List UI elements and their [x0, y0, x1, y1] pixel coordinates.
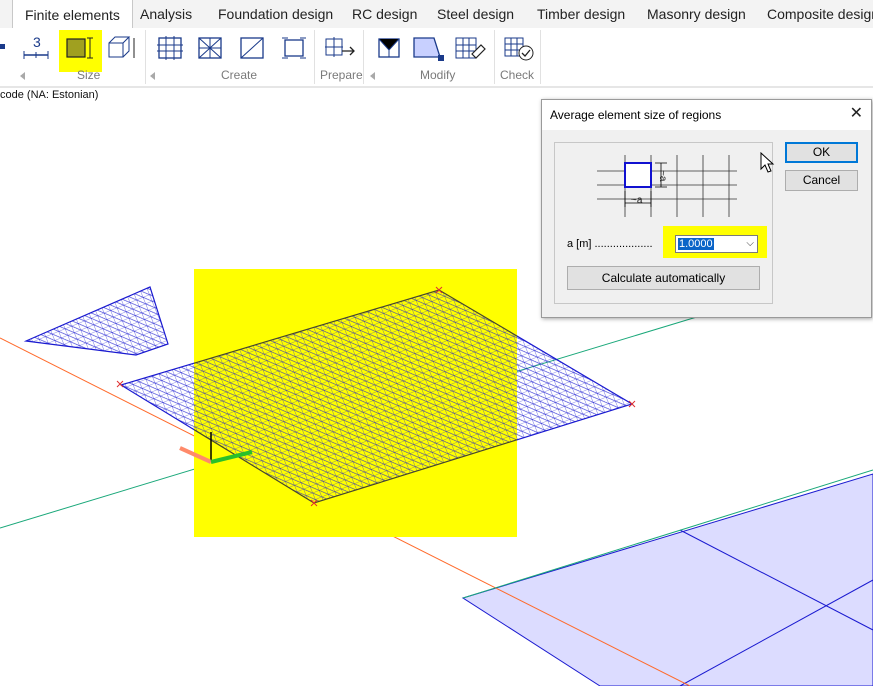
tab-foundation-design[interactable]: Foundation design [206, 0, 345, 28]
group-separator [494, 30, 495, 84]
prepare-arrow-icon [325, 37, 355, 57]
region-outline-icon [282, 37, 306, 59]
create-region-button[interactable] [238, 34, 266, 62]
element-size-value: 1.0000 [678, 238, 714, 250]
close-icon[interactable]: ✕ [850, 105, 863, 123]
ok-button[interactable]: OK [785, 142, 858, 163]
create-triangle-mesh-button[interactable] [196, 34, 224, 62]
division-number: 3 [33, 34, 41, 50]
region-select-icon [413, 37, 444, 61]
dialog-title: Average element size of regions [550, 108, 722, 122]
size-settings-panel: ~a ~a a [m] ................... 1.0000 ⌵… [554, 142, 773, 304]
modify-erase-button[interactable] [454, 34, 488, 62]
figure-label-horizontal: ~a [631, 195, 643, 206]
cube-size-icon [108, 36, 135, 58]
check-mesh-button[interactable] [503, 34, 535, 62]
status-code-text: code (NA: Estonian) [0, 89, 99, 101]
group-label-prepare: Prepare [320, 68, 363, 82]
cancel-button[interactable]: Cancel [785, 170, 858, 191]
element-size-button[interactable] [66, 34, 94, 62]
grid-icon [157, 36, 183, 60]
modify-group-scroll-icon[interactable] [370, 72, 375, 80]
tab-timber-design[interactable]: Timber design [525, 0, 637, 28]
group-label-modify: Modify [420, 68, 456, 82]
ribbon: 3 Size Create Prepare Modify Check [0, 28, 873, 88]
tab-rc-design[interactable]: RC design [340, 0, 429, 28]
size-field-highlight: 1.0000 ⌵ [663, 226, 767, 258]
tab-analysis[interactable]: Analysis [128, 0, 204, 28]
figure-label-vertical: ~a [657, 170, 668, 182]
prepare-mesh-button[interactable] [324, 34, 355, 62]
ribbon-tabs: Finite elements Analysis Foundation desi… [0, 0, 873, 29]
triangle-mesh-region [23, 286, 169, 356]
element-size-figure [597, 155, 737, 217]
group-separator [363, 30, 364, 84]
element-size-combo[interactable]: 1.0000 ⌵ [675, 235, 758, 253]
create-mesh-button[interactable] [156, 34, 184, 62]
group-separator [145, 30, 146, 84]
modify-region-button[interactable] [412, 34, 446, 62]
tab-masonry-design[interactable]: Masonry design [635, 0, 758, 28]
group-label-size: Size [77, 68, 101, 82]
erase-grid-icon [455, 37, 486, 59]
group-label-create: Create [221, 68, 258, 82]
size-group-scroll-icon[interactable] [20, 72, 25, 80]
element-size-dialog: Average element size of regions ✕ ~a ~a … [541, 99, 872, 318]
create-region-outline-button[interactable] [280, 34, 308, 62]
tab-steel-design[interactable]: Steel design [425, 0, 526, 28]
tab-composite-design[interactable]: Composite design [755, 0, 873, 28]
chevron-down-icon[interactable]: ⌵ [746, 238, 754, 249]
element-size-icon [66, 37, 93, 59]
group-label-check: Check [500, 68, 535, 82]
calculate-automatically-button[interactable]: Calculate automatically [567, 266, 760, 290]
ribbon-bullet-icon [0, 44, 5, 49]
tab-finite-elements[interactable]: Finite elements [12, 0, 133, 29]
check-mesh-icon [504, 37, 534, 61]
create-group-scroll-icon[interactable] [150, 72, 155, 80]
element-size-label: a [m] ................... [567, 238, 653, 250]
dialog-title-bar[interactable]: Average element size of regions ✕ [542, 100, 871, 130]
refine-icon [378, 38, 400, 58]
modify-refine-button[interactable] [376, 34, 404, 62]
division-number-button[interactable]: 3 [22, 34, 50, 62]
slab-region [461, 473, 873, 686]
group-separator [314, 30, 315, 84]
region-mesh-size-button[interactable] [107, 34, 135, 62]
region-diagonal-icon [240, 37, 264, 59]
triangle-grid-icon [198, 37, 222, 59]
group-separator [540, 30, 541, 84]
mouse-cursor-icon [760, 152, 775, 173]
